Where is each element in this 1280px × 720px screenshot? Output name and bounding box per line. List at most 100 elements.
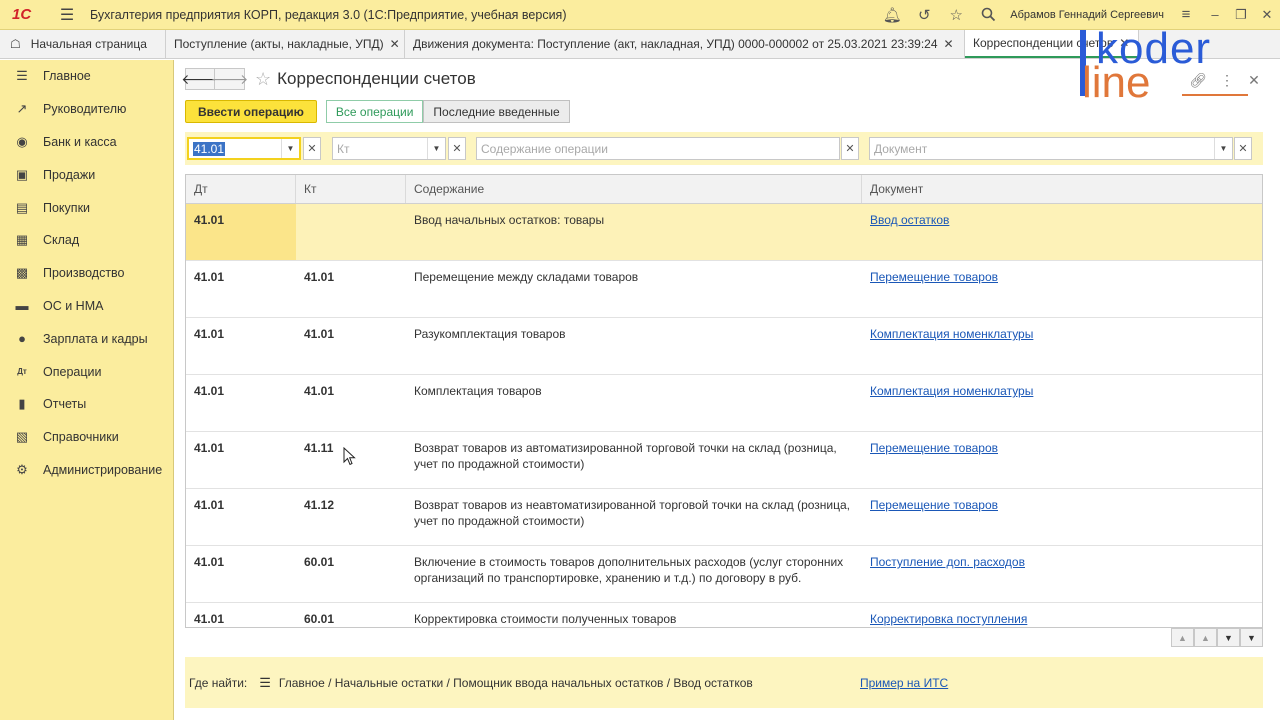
scroll-bottom-icon[interactable]: ▼ bbox=[1240, 628, 1263, 647]
tab-home[interactable]: ☖ Начальная страница bbox=[0, 30, 166, 58]
cell-document[interactable]: Поступление доп. расходов bbox=[862, 546, 1262, 602]
sidebar-item-references[interactable]: ▧ Справочники bbox=[0, 421, 173, 454]
clear-icon[interactable]: ✕ bbox=[303, 137, 321, 160]
sidebar-item-payroll[interactable]: ● Зарплата и кадры bbox=[0, 322, 173, 355]
cell-content[interactable]: Возврат товаров из неавтоматизированной … bbox=[406, 489, 862, 545]
bell-icon[interactable]: 🔔︎ bbox=[876, 0, 908, 30]
recent-operations-toggle[interactable]: Последние введенные bbox=[423, 100, 570, 123]
dt-filter-value[interactable]: 41.01 bbox=[193, 141, 226, 156]
scroll-top-icon[interactable]: ▲ bbox=[1171, 628, 1194, 647]
minimize-icon[interactable]: – bbox=[1202, 0, 1228, 30]
kt-filter-field[interactable]: Кт ▼ bbox=[332, 137, 446, 160]
cell-content[interactable]: Возврат товаров из автоматизированной то… bbox=[406, 432, 862, 488]
its-example-link[interactable]: Пример на ИТС bbox=[860, 676, 948, 690]
close-form-icon[interactable]: ✕ bbox=[1243, 70, 1265, 90]
cell-kt[interactable]: 60.01 bbox=[296, 546, 406, 602]
cell-dt[interactable]: 41.01 bbox=[186, 546, 296, 602]
link-icon[interactable]: 🔗︎ bbox=[1187, 70, 1209, 90]
star-icon[interactable]: ☆ bbox=[255, 69, 271, 90]
cell-kt[interactable]: 41.01 bbox=[296, 375, 406, 431]
cell-content[interactable]: Разукомплектация товаров bbox=[406, 318, 862, 374]
cell-document[interactable]: Перемещение товаров bbox=[862, 489, 1262, 545]
table-row[interactable]: 41.01 60.01 Корректировка стоимости получе… bbox=[186, 603, 1262, 627]
document-link[interactable]: Комплектация номенклатуры bbox=[870, 384, 1033, 398]
cell-kt[interactable] bbox=[296, 204, 406, 260]
tab-receipt-list[interactable]: Поступление (акты, накладные, УПД) ✕ bbox=[166, 30, 405, 58]
cell-document[interactable]: Корректировка поступления bbox=[862, 603, 1262, 627]
cell-kt[interactable]: 41.01 bbox=[296, 261, 406, 317]
cell-dt[interactable]: 41.01 bbox=[186, 489, 296, 545]
table-row[interactable]: 41.01 41.01 Перемещение между складами тов… bbox=[186, 261, 1262, 318]
cell-content[interactable]: Включение в стоимость товаров дополнител… bbox=[406, 546, 862, 602]
dropdown-arrow-icon[interactable]: ▼ bbox=[281, 139, 299, 158]
document-filter-field[interactable]: Документ ▼ bbox=[869, 137, 1233, 160]
dropdown-arrow-icon[interactable]: ▼ bbox=[1214, 138, 1232, 159]
document-link[interactable]: Поступление доп. расходов bbox=[870, 555, 1025, 569]
sidebar-item-sales[interactable]: ▣ Продажи bbox=[0, 158, 173, 191]
forward-button[interactable]: 🡒 bbox=[211, 68, 248, 90]
cell-dt[interactable]: 41.01 bbox=[186, 318, 296, 374]
cell-dt[interactable]: 41.01 bbox=[186, 375, 296, 431]
user-name[interactable]: Абрамов Геннадий Сергеевич bbox=[1010, 9, 1164, 21]
sidebar-item-manager[interactable]: ↗ Руководителю bbox=[0, 93, 173, 126]
scroll-down-icon[interactable]: ▼ bbox=[1217, 628, 1240, 647]
document-link[interactable]: Перемещение товаров bbox=[870, 498, 998, 512]
cell-dt[interactable]: 41.01 bbox=[186, 261, 296, 317]
clear-icon[interactable]: ✕ bbox=[1234, 137, 1252, 160]
settings-menu-icon[interactable]: ≡ bbox=[1170, 0, 1202, 30]
table-row[interactable]: 41.01 60.01 Включение в стоимость товаров … bbox=[186, 546, 1262, 603]
content-filter-field[interactable]: Содержание операции bbox=[476, 137, 840, 160]
sidebar-item-main[interactable]: ☰ Главное bbox=[0, 60, 173, 93]
column-header-dt[interactable]: Дт bbox=[186, 175, 296, 203]
cell-dt[interactable]: 41.01 bbox=[186, 603, 296, 627]
sidebar-item-fixed-assets[interactable]: ▬ ОС и НМА bbox=[0, 290, 173, 323]
cell-content[interactable]: Перемещение между складами товаров bbox=[406, 261, 862, 317]
cell-dt[interactable]: 41.01 bbox=[186, 432, 296, 488]
search-icon[interactable] bbox=[972, 0, 1004, 30]
close-icon[interactable]: ✕ bbox=[1254, 0, 1280, 30]
sidebar-item-operations[interactable]: Дт Операции bbox=[0, 355, 173, 388]
cell-document[interactable]: Комплектация номенклатуры bbox=[862, 375, 1262, 431]
column-header-content[interactable]: Содержание bbox=[406, 175, 862, 203]
document-link[interactable]: Комплектация номенклатуры bbox=[870, 327, 1033, 341]
clear-icon[interactable]: ✕ bbox=[841, 137, 859, 160]
sidebar-item-reports[interactable]: ▮ Отчеты bbox=[0, 388, 173, 421]
document-link[interactable]: Корректировка поступления bbox=[870, 612, 1027, 626]
tab-account-correspondences[interactable]: Корреспонденции счетов ✕ bbox=[965, 30, 1139, 58]
document-link[interactable]: Перемещение товаров bbox=[870, 441, 998, 455]
cell-content[interactable]: Корректировка стоимости полученных товар… bbox=[406, 603, 862, 627]
table-row[interactable]: 41.01 41.01 Разукомплектация товаров Компле… bbox=[186, 318, 1262, 375]
sidebar-item-purchases[interactable]: ▤ Покупки bbox=[0, 191, 173, 224]
document-link[interactable]: Перемещение товаров bbox=[870, 270, 998, 284]
column-header-kt[interactable]: Кт bbox=[296, 175, 406, 203]
dropdown-arrow-icon[interactable]: ▼ bbox=[427, 138, 445, 159]
cell-document[interactable]: Комплектация номенклатуры bbox=[862, 318, 1262, 374]
table-row[interactable]: 41.01 41.01 Комплектация товаров Комплектац… bbox=[186, 375, 1262, 432]
cell-kt[interactable]: 60.01 bbox=[296, 603, 406, 627]
enter-operation-button[interactable]: Ввести операцию bbox=[185, 100, 317, 123]
favorites-icon[interactable]: ☆ bbox=[940, 0, 972, 30]
more-icon[interactable]: ⋮ bbox=[1216, 70, 1238, 90]
sidebar-item-production[interactable]: ▩ Производство bbox=[0, 257, 173, 290]
clear-icon[interactable]: ✕ bbox=[448, 137, 466, 160]
cell-kt[interactable]: 41.01 bbox=[296, 318, 406, 374]
cell-content[interactable]: Комплектация товаров bbox=[406, 375, 862, 431]
table-row[interactable]: 41.01 41.12 Возврат товаров из неавтоматиз… bbox=[186, 489, 1262, 546]
document-link[interactable]: Ввод остатков bbox=[870, 213, 949, 227]
cell-content[interactable]: Ввод начальных остатков: товары bbox=[406, 204, 862, 260]
close-icon[interactable]: ✕ bbox=[390, 37, 400, 51]
cell-document[interactable]: Ввод остатков bbox=[862, 204, 1262, 260]
tab-document-movements[interactable]: Движения документа: Поступление (акт, на… bbox=[405, 30, 965, 58]
sidebar-item-warehouse[interactable]: ▦ Склад bbox=[0, 224, 173, 257]
table-row[interactable]: 41.01 Ввод начальных остатков: товары Ввод… bbox=[186, 204, 1262, 261]
cell-kt[interactable]: 41.12 bbox=[296, 489, 406, 545]
restore-icon[interactable]: ❐ bbox=[1228, 0, 1254, 30]
close-icon[interactable]: ✕ bbox=[944, 37, 954, 51]
close-icon[interactable]: ✕ bbox=[1119, 36, 1129, 50]
history-icon[interactable]: ↺ bbox=[908, 0, 940, 30]
cell-dt[interactable]: 41.01 bbox=[186, 204, 296, 260]
column-header-document[interactable]: Документ bbox=[862, 175, 1262, 203]
sidebar-item-admin[interactable]: ⚙ Администрирование bbox=[0, 454, 173, 487]
sidebar-item-bank[interactable]: ◉ Банк и касса bbox=[0, 126, 173, 159]
scroll-up-icon[interactable]: ▲ bbox=[1194, 628, 1217, 647]
